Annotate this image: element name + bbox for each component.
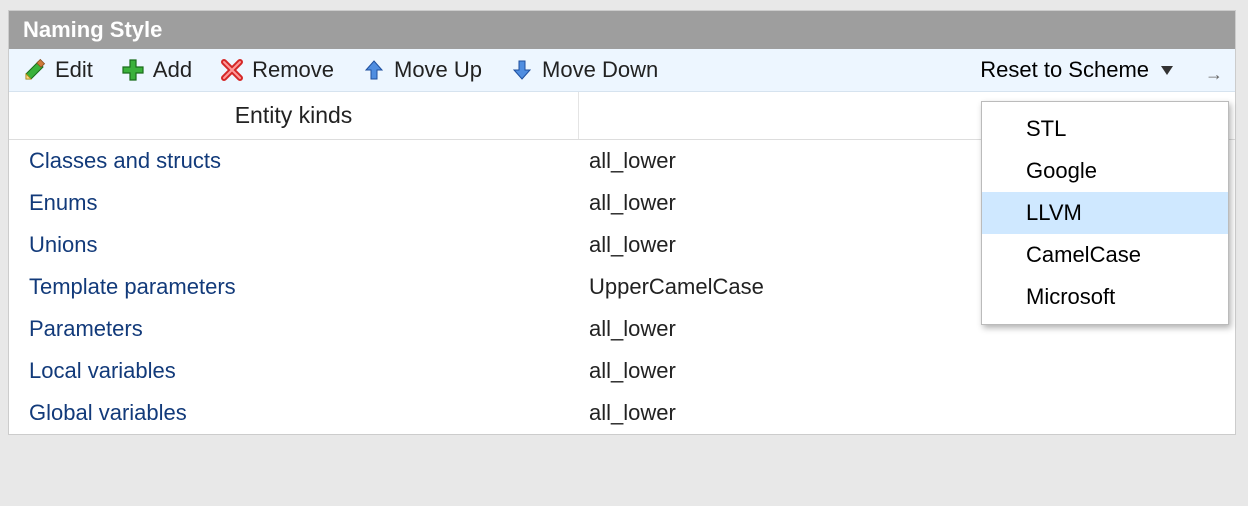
x-icon xyxy=(220,58,244,82)
edit-button[interactable]: Edit xyxy=(19,55,97,85)
reset-scheme-dropdown: STLGoogleLLVMCamelCaseMicrosoft xyxy=(981,101,1229,325)
entity-kind-cell: Classes and structs xyxy=(9,148,579,174)
panel-title: Naming Style xyxy=(9,11,1235,49)
entity-kind-cell: Local variables xyxy=(9,358,579,384)
table-row[interactable]: Local variablesall_lower xyxy=(9,350,1235,392)
arrow-down-icon xyxy=(510,58,534,82)
entity-kind-cell: Parameters xyxy=(9,316,579,342)
entity-kind-cell: Template parameters xyxy=(9,274,579,300)
move-up-label: Move Up xyxy=(394,57,482,83)
overflow-button[interactable]: → xyxy=(1199,64,1225,85)
toolbar: Edit Add Remove xyxy=(9,49,1235,92)
naming-style-panel: Naming Style Edit Add xyxy=(8,10,1236,435)
scheme-option[interactable]: LLVM xyxy=(982,192,1228,234)
table-row[interactable]: Global variablesall_lower xyxy=(9,392,1235,434)
entity-kind-cell: Enums xyxy=(9,190,579,216)
entity-kind-cell: Global variables xyxy=(9,400,579,426)
pencil-icon xyxy=(23,58,47,82)
entity-style-cell: all_lower xyxy=(579,358,1235,384)
plus-icon xyxy=(121,58,145,82)
move-up-button[interactable]: Move Up xyxy=(358,55,486,85)
reset-to-scheme-button[interactable]: Reset to Scheme xyxy=(974,55,1179,85)
move-down-label: Move Down xyxy=(542,57,658,83)
edit-label: Edit xyxy=(55,57,93,83)
remove-label: Remove xyxy=(252,57,334,83)
scheme-option[interactable]: Google xyxy=(982,150,1228,192)
chevron-down-icon xyxy=(1161,66,1173,75)
scheme-option[interactable]: Microsoft xyxy=(982,276,1228,318)
column-entity-kinds[interactable]: Entity kinds xyxy=(9,92,579,139)
scheme-option[interactable]: CamelCase xyxy=(982,234,1228,276)
entity-kind-cell: Unions xyxy=(9,232,579,258)
entity-style-cell: all_lower xyxy=(579,400,1235,426)
arrow-up-icon xyxy=(362,58,386,82)
scheme-option[interactable]: STL xyxy=(982,108,1228,150)
move-down-button[interactable]: Move Down xyxy=(506,55,662,85)
add-label: Add xyxy=(153,57,192,83)
reset-label: Reset to Scheme xyxy=(980,57,1149,83)
remove-button[interactable]: Remove xyxy=(216,55,338,85)
add-button[interactable]: Add xyxy=(117,55,196,85)
